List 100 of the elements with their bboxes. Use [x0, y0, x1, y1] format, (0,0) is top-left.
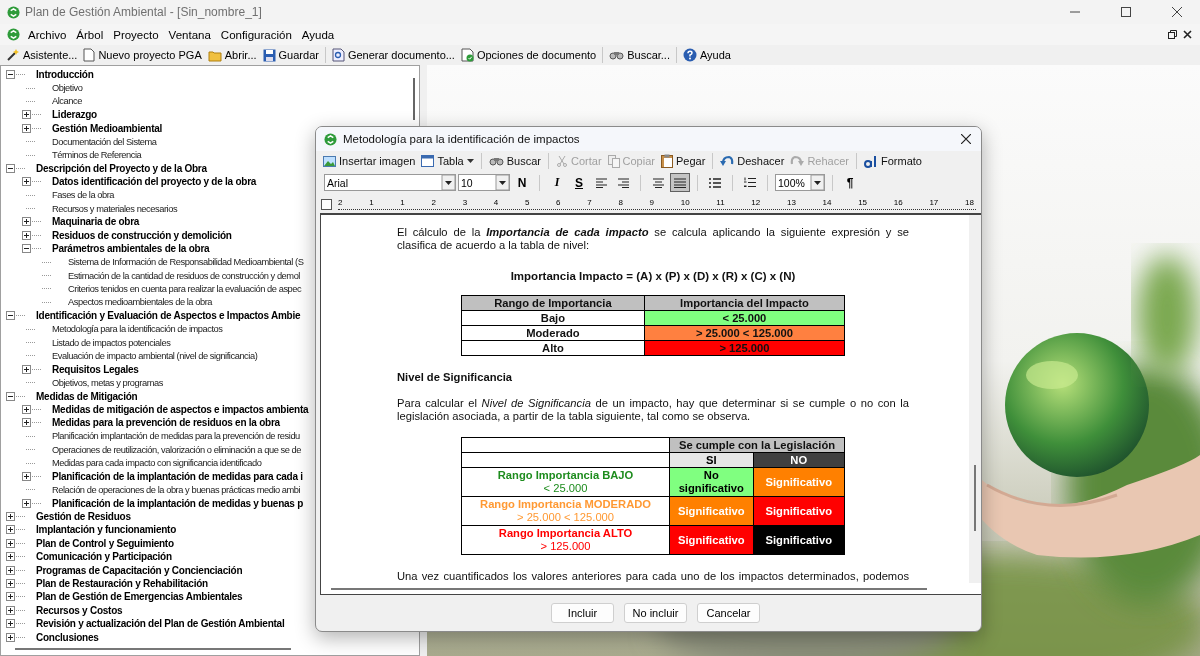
tree-item[interactable]: Introducción: [36, 69, 94, 81]
close-icon[interactable]: [961, 134, 971, 145]
expand-icon[interactable]: [6, 538, 15, 548]
tree-item[interactable]: Medidas de mitigación de aspectos e impactos ambienta: [52, 403, 309, 415]
tree-item[interactable]: Parámetros ambientales de la obra: [52, 243, 210, 255]
expand-icon[interactable]: [6, 525, 15, 535]
toolbar-button[interactable]: Nuevo proyecto PGA: [80, 47, 205, 63]
expand-icon[interactable]: [22, 177, 31, 187]
expand-icon[interactable]: [22, 418, 31, 428]
expand-icon[interactable]: [22, 404, 31, 414]
expand-icon[interactable]: [6, 512, 15, 522]
tree-item[interactable]: Relación de operaciones de la obra y buenas prácticas medio ambi: [52, 484, 301, 495]
toolbar-button[interactable]: Insertar imagen: [320, 154, 419, 169]
tree-item[interactable]: Descripción del Proyecto y de la Obra: [36, 162, 207, 174]
toolbar-button[interactable]: Tabla: [418, 154, 477, 169]
menu-item[interactable]: Proyecto: [108, 26, 164, 43]
tree-item[interactable]: Aspectos medioambientales de la obra: [68, 297, 212, 308]
tree-item[interactable]: Plan de Gestión de Emergencias Ambientales: [36, 591, 243, 603]
tree-item[interactable]: Términos de Referencia: [52, 150, 142, 161]
expand-icon[interactable]: [6, 605, 15, 615]
toolbar-button[interactable]: Guardar: [259, 47, 322, 63]
toolbar-button[interactable]: Formato: [860, 153, 925, 169]
expand-icon[interactable]: [22, 471, 31, 481]
tree-item[interactable]: Plan de Restauración y Rehabilitación: [36, 578, 208, 590]
expand-icon[interactable]: [22, 364, 31, 374]
tree-item[interactable]: Plan de Control y Seguimiento: [36, 537, 174, 549]
menu-item[interactable]: Archivo: [23, 26, 72, 43]
expand-icon[interactable]: [6, 592, 15, 602]
tree-item[interactable]: Objetivos, metas y programas: [52, 377, 163, 388]
tree-item[interactable]: Revisión y actualización del Plan de Gestión Ambiental: [36, 618, 285, 630]
tree-item[interactable]: Requisitos Legales: [52, 363, 139, 375]
tree-item[interactable]: Objetivo: [52, 83, 83, 94]
tree-item[interactable]: Recursos y Costos: [36, 604, 123, 616]
expand-icon[interactable]: [22, 230, 31, 240]
toolbar-button[interactable]: Ayuda: [680, 47, 734, 63]
collapse-icon[interactable]: [6, 311, 15, 321]
tree-item[interactable]: Estimación de la cantidad de residuos de construcción y demol: [68, 270, 300, 281]
expand-icon[interactable]: [22, 123, 31, 133]
toolbar-button[interactable]: Generar documento...: [328, 47, 458, 63]
tree-item[interactable]: Medidas de Mitigación: [36, 390, 138, 402]
expand-icon[interactable]: [22, 217, 31, 227]
tree-item[interactable]: Listado de impactos potenciales: [52, 337, 171, 348]
tree-item[interactable]: Gestión Medioambiental: [52, 122, 163, 134]
menu-item[interactable]: Ventana: [163, 26, 216, 43]
toolbar-button[interactable]: Abrir...: [204, 47, 260, 63]
tree-item[interactable]: Identificación y Evaluación de Aspectos e Impactos Ambie: [36, 310, 301, 322]
close-icon[interactable]: [1183, 30, 1192, 39]
expand-icon[interactable]: [22, 110, 31, 120]
expand-icon[interactable]: [6, 579, 15, 589]
tree-item[interactable]: Residuos de construcción y demolición: [52, 229, 232, 241]
tree-item[interactable]: Liderazgo: [52, 109, 97, 121]
menu-item[interactable]: Ayuda: [296, 26, 340, 43]
scrollbar-thumb[interactable]: [331, 587, 927, 590]
tree-item[interactable]: Medidas para la prevención de residuos en la obra: [52, 417, 280, 429]
restore-icon[interactable]: [1168, 30, 1177, 39]
toolbar-button[interactable]: Opciones de documento: [457, 47, 600, 63]
tree-item[interactable]: Operaciones de reutilización, valorización o eliminación a que se de: [52, 444, 301, 455]
tree-item[interactable]: Comunicación y Participación: [36, 551, 172, 563]
close-icon[interactable]: [1172, 7, 1182, 17]
tree-item[interactable]: Criterios tenidos en cuenta para realizar la evaluación de aspec: [68, 283, 302, 294]
dropdown[interactable]: Arial: [324, 174, 456, 192]
menu-item[interactable]: Configuración: [215, 26, 297, 43]
dialog-button[interactable]: Incluir: [551, 603, 614, 624]
expand-icon[interactable]: [6, 565, 15, 575]
scrollbar-thumb[interactable]: [413, 78, 415, 120]
tree-item[interactable]: Maquinaria de obra: [52, 216, 140, 228]
toolbar-button[interactable]: Buscar: [485, 154, 544, 169]
dialog-button[interactable]: Cancelar: [697, 603, 760, 624]
tree-item[interactable]: Medidas para cada impacto con significancia identificado: [52, 458, 262, 468]
dropdown[interactable]: 10: [458, 174, 510, 192]
collapse-icon[interactable]: [6, 391, 15, 401]
expand-icon[interactable]: [22, 498, 31, 508]
tree-item[interactable]: Gestión de Residuos: [36, 511, 131, 523]
toolbar-button[interactable]: Deshacer: [717, 154, 788, 169]
toolbar-button[interactable]: Asistente...: [3, 47, 81, 63]
tree-item[interactable]: Alcance: [52, 96, 82, 107]
tree-item[interactable]: Sistema de Información de Responsabilidad Medioambiental (S: [68, 257, 304, 268]
expand-icon[interactable]: [6, 632, 15, 642]
tree-item[interactable]: Documentación del Sistema: [52, 136, 157, 147]
tree-item[interactable]: Programas de Capacitación y Concienciación: [36, 564, 243, 576]
expand-icon[interactable]: [6, 552, 15, 562]
tree-item[interactable]: Recursos y materiales necesarios: [52, 203, 178, 214]
expand-icon[interactable]: [6, 619, 15, 629]
collapse-icon[interactable]: [6, 70, 15, 80]
scrollbar-thumb[interactable]: [15, 648, 291, 651]
maximize-icon[interactable]: [1121, 7, 1131, 17]
tab-stop-icon[interactable]: [321, 198, 332, 210]
tree-item[interactable]: Evaluación de impacto ambiental (nivel de significancia): [52, 350, 258, 361]
dropdown[interactable]: 100%: [775, 174, 825, 192]
dialog-button[interactable]: No incluir: [624, 603, 687, 624]
toolbar-button[interactable]: Pegar: [657, 153, 709, 170]
menu-item[interactable]: Árbol: [71, 26, 109, 43]
tree-item[interactable]: Planificación implantación de medidas para la prevención de residu: [52, 431, 300, 442]
tree-item[interactable]: Implantación y funcionamiento: [36, 524, 176, 536]
scrollbar-thumb[interactable]: [974, 465, 976, 532]
tree-item[interactable]: Planificación de la implantación de medidas para cada i: [52, 470, 303, 482]
collapse-icon[interactable]: [22, 244, 31, 254]
caret-icon[interactable]: [466, 159, 474, 164]
tree-item[interactable]: Datos identificación del proyecto y de la obra: [52, 176, 257, 188]
tree-item[interactable]: Conclusiones: [36, 631, 99, 643]
